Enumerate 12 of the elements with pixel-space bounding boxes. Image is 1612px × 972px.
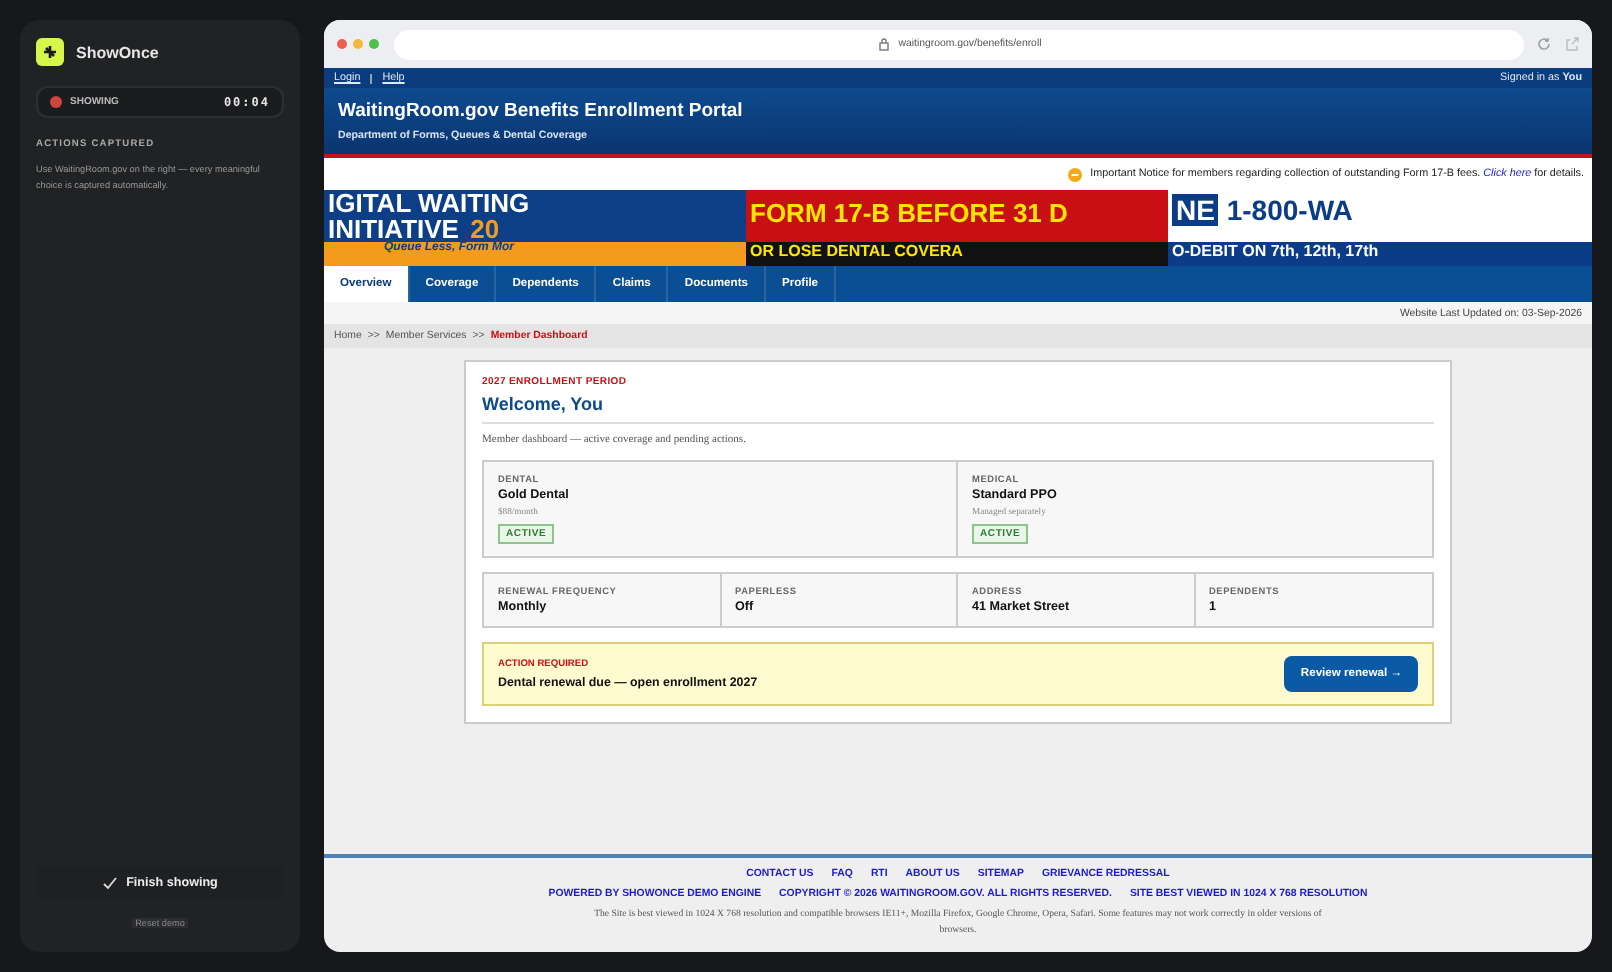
logo-icon bbox=[36, 38, 64, 66]
lock-icon bbox=[876, 36, 893, 52]
banner-ad: NE 1-800-WA O-DEBIT ON 7th, 12th, 17th bbox=[1168, 190, 1592, 266]
window-controls-icon[interactable] bbox=[336, 38, 382, 50]
check-icon bbox=[102, 875, 119, 889]
site-title: WaitingRoom.gov Benefits Enrollment Portal bbox=[338, 100, 745, 122]
reload-icon[interactable] bbox=[1536, 36, 1552, 52]
welcome-heading: Welcome, You bbox=[482, 394, 1434, 424]
share-icon[interactable] bbox=[1564, 36, 1580, 52]
brand-name: ShowOnce bbox=[76, 43, 159, 61]
notice-icon bbox=[1068, 167, 1083, 181]
banner-ad: FORM 17-B BEFORE 31 D OR LOSE DENTAL COVERA bbox=[746, 190, 1168, 266]
